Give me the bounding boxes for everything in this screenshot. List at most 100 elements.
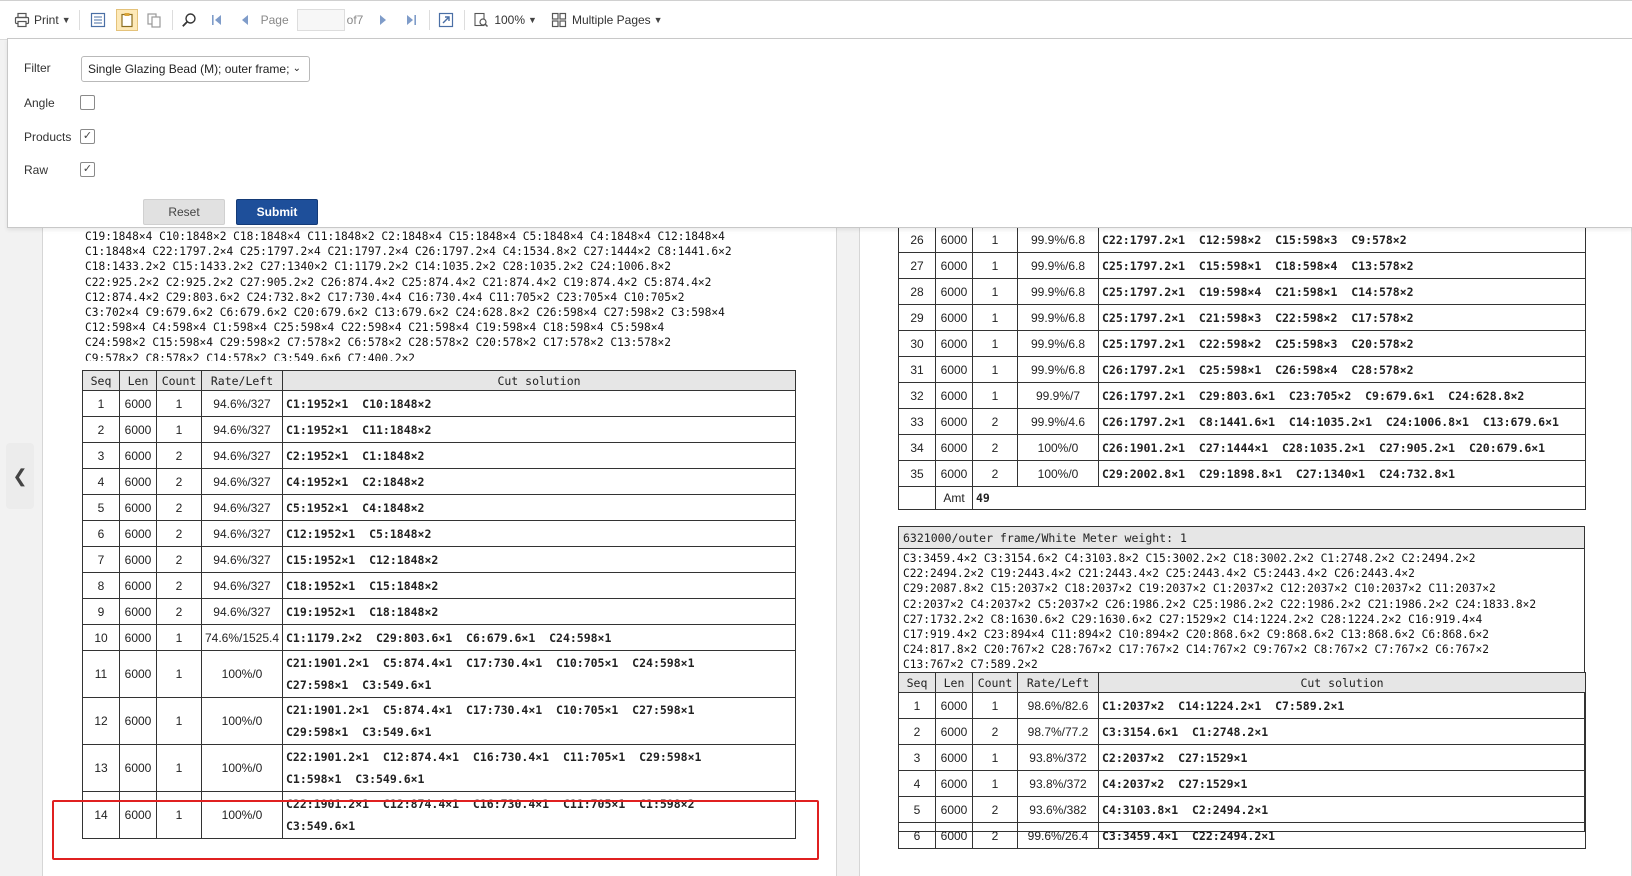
cell-cut-solution: C22:1901.2×1 C12:874.4×1 C16:730.4×1 C11…: [282, 791, 796, 839]
cell-seq: 9: [82, 598, 120, 625]
cell-cut-solution: C26:1797.2×1 C8:1441.6×1 C14:1035.2×1 C2…: [1098, 408, 1586, 435]
cell-len: 6000: [935, 330, 973, 357]
cell-empty: [898, 486, 936, 510]
next-page-button[interactable]: [375, 12, 391, 28]
toolbar-divider: [429, 10, 431, 30]
view-mode-dropdown[interactable]: Multiple Pages ▼: [551, 12, 663, 28]
cell-len: 6000: [119, 520, 157, 547]
cell-rate: 99.9%/6.8: [1017, 356, 1099, 383]
cell-len: 6000: [119, 624, 157, 651]
cell-len: 6000: [119, 494, 157, 521]
cell-rate: 100%/0: [201, 650, 283, 698]
material-summary: C3:3459.4×2 C3:3154.6×2 C4:3103.8×2 C15:…: [899, 549, 1584, 671]
table-of-contents-button[interactable]: [90, 12, 106, 28]
cut-solution-line: C27:598×1 C3:549.6×1: [286, 678, 432, 692]
angle-checkbox[interactable]: [80, 95, 95, 110]
amount-row: Amt 49: [898, 486, 1586, 510]
filter-select[interactable]: Single Glazing Bead (M); outer frame; ⌄: [81, 56, 310, 82]
previous-page-arrow[interactable]: ❮: [6, 443, 34, 509]
toolbar-divider: [464, 10, 466, 30]
first-page-button[interactable]: [209, 12, 225, 28]
cell-len: 6000: [119, 546, 157, 573]
toolbar-divider: [78, 10, 80, 30]
cell-len: 6000: [935, 304, 973, 331]
cut-solution-line: C1:598×1 C3:549.6×1: [286, 772, 425, 786]
cell-seq: 6: [898, 822, 936, 849]
cell-rate: 94.6%/327: [201, 494, 283, 521]
cell-seq: 3: [898, 744, 936, 771]
copy-button[interactable]: [146, 12, 162, 28]
cell-len: 6000: [935, 278, 973, 305]
cell-rate: 94.6%/327: [201, 572, 283, 599]
cell-count: 2: [156, 468, 202, 495]
full-screen-button[interactable]: [438, 12, 454, 28]
products-label: Products: [24, 130, 72, 144]
cell-len: 6000: [119, 390, 157, 417]
cell-rate: 93.8%/372: [1017, 744, 1099, 771]
cell-count: 1: [156, 791, 202, 839]
print-button[interactable]: Print ▼: [14, 12, 71, 28]
table-row: 35 6000 2 100%/0 C29:2002.8×1 C29:1898.8×1 C…: [898, 460, 1586, 487]
cell-cut-solution: C25:1797.2×1 C21:598×3 C22:598×2 C17:578…: [1098, 304, 1586, 331]
cell-cut-solution: C18:1952×1 C15:1848×2: [282, 572, 796, 599]
previous-page-button[interactable]: [237, 12, 253, 28]
cell-count: 2: [156, 546, 202, 573]
column-header: Cut solution: [282, 370, 796, 391]
cell-seq: 34: [898, 434, 936, 461]
table-row: 33 6000 2 99.9%/4.6 C26:1797.2×1 C8:1441.6×1…: [898, 408, 1586, 435]
summary-line: C9:578×2 C8:578×2 C14:578×2 C3:549.6×6 C…: [85, 351, 416, 361]
cell-rate: 99.9%/6.8: [1017, 304, 1099, 331]
cell-count: 2: [156, 520, 202, 547]
page-number-input[interactable]: [296, 9, 345, 31]
cell-count: 2: [972, 460, 1018, 487]
table-row: 2 6000 2 98.7%/77.2 C3:3154.6×1 C1:2748.2×1: [898, 718, 1586, 745]
cell-count: 2: [972, 718, 1018, 745]
cell-seq: 11: [82, 650, 120, 698]
cell-count: 2: [972, 796, 1018, 823]
cut-solution-table: Seq Len Count Rate/Left Cut solution 1 60…: [898, 672, 1586, 849]
last-page-icon: [403, 12, 419, 28]
material-summary: C19:1848×4 C10:1848×2 C18:1848×4 C11:184…: [85, 229, 795, 361]
cell-cut-solution: C15:1952×1 C12:1848×2: [282, 546, 796, 573]
cell-len: 6000: [935, 770, 973, 797]
zoom-dropdown[interactable]: 100% ▼: [473, 12, 537, 28]
chevron-left-icon: ❮: [12, 465, 28, 486]
summary-line: C1:1848×4 C22:1797.2×4 C25:1797.2×4 C21:…: [85, 245, 732, 259]
column-header: Cut solution: [1098, 672, 1586, 693]
cell-len: 6000: [935, 252, 973, 279]
raw-checkbox[interactable]: ✓: [80, 162, 95, 177]
page-total: of7: [346, 13, 364, 27]
cut-solution-line: C1:1952×1 C11:1848×2: [286, 422, 432, 437]
list-icon: [90, 12, 106, 28]
filter-select-value: Single Glazing Bead (M); outer frame;: [88, 62, 290, 76]
cell-seq: 30: [898, 330, 936, 357]
cell-len: 6000: [119, 697, 157, 745]
table-row: 30 6000 1 99.9%/6.8 C25:1797.2×1 C22:598×2 C…: [898, 330, 1586, 357]
submit-button[interactable]: Submit: [236, 199, 318, 225]
table-row: 7 6000 2 94.6%/327 C15:1952×1 C12:1848×2: [82, 546, 796, 573]
last-page-button[interactable]: [403, 12, 419, 28]
cell-seq: 4: [82, 468, 120, 495]
cell-cut-solution: C4:3103.8×1 C2:2494.2×1: [1098, 796, 1586, 823]
table-row: 31 6000 1 99.9%/6.8 C26:1797.2×1 C25:598×1 C…: [898, 356, 1586, 383]
cell-seq: 28: [898, 278, 936, 305]
cell-rate: 94.6%/327: [201, 468, 283, 495]
cell-rate: 100%/0: [201, 697, 283, 745]
cell-rate: 93.8%/372: [1017, 770, 1099, 797]
reset-button[interactable]: Reset: [143, 199, 225, 225]
parameters-toggle-button[interactable]: [115, 9, 138, 31]
summary-line: C22:2494.2×2 C19:2443.4×2 C21:2443.4×2 C…: [903, 567, 1415, 581]
cell-count: 1: [972, 252, 1018, 279]
products-checkbox[interactable]: ✓: [80, 129, 95, 144]
cell-count: 1: [972, 226, 1018, 253]
table-row: 6 6000 2 94.6%/327 C12:1952×1 C5:1848×2: [82, 520, 796, 547]
cell-len: 6000: [935, 408, 973, 435]
cell-seq: 5: [898, 796, 936, 823]
printer-icon: [14, 12, 30, 28]
search-button[interactable]: [181, 12, 197, 28]
summary-line: C2:2037×2 C4:2037×2 C5:2037×2 C26:1986.2…: [903, 597, 1537, 611]
cut-solution-line: C12:1952×1 C5:1848×2: [286, 526, 432, 541]
table-row: 29 6000 1 99.9%/6.8 C25:1797.2×1 C21:598×3 C…: [898, 304, 1586, 331]
cut-solution-line: C18:1952×1 C15:1848×2: [286, 578, 439, 593]
multiple-pages-icon: [551, 12, 567, 28]
